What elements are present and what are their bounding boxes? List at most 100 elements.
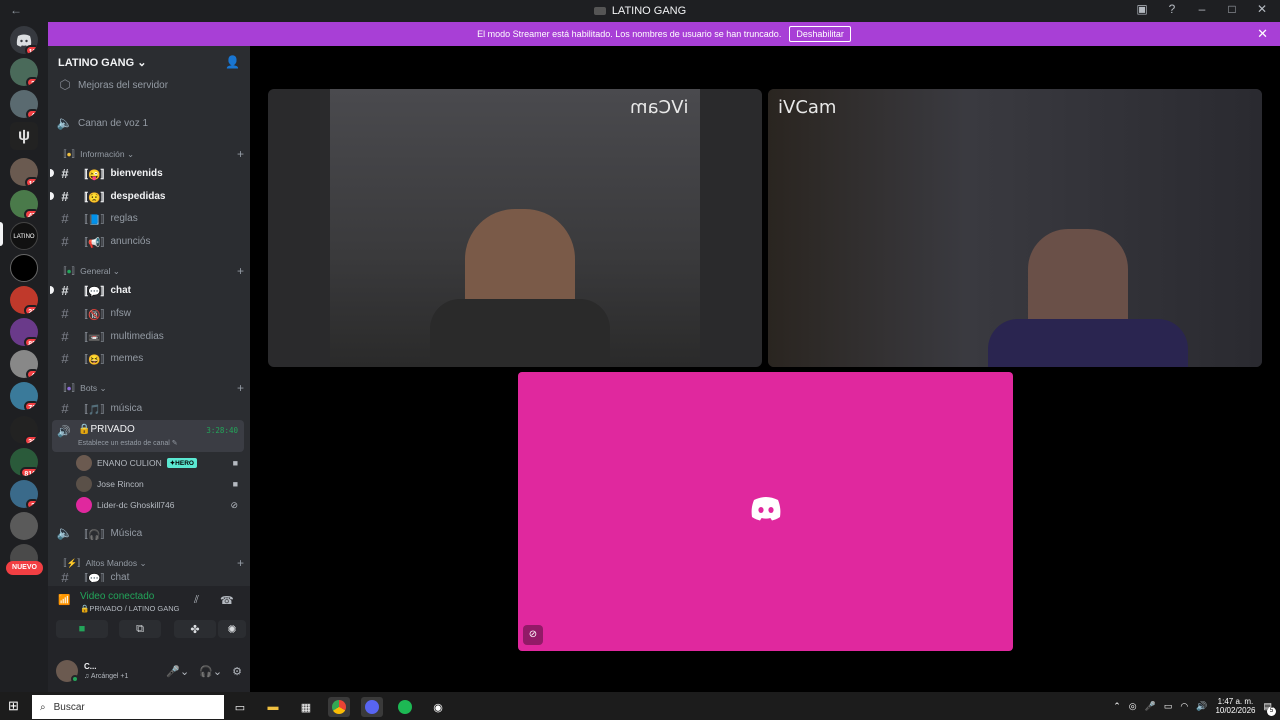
server-icon[interactable] <box>10 254 38 282</box>
video-tile-right[interactable]: iVCam <box>768 89 1262 367</box>
close-icon[interactable]: ✕ <box>1257 26 1268 42</box>
channel-nfsw[interactable]: # 〚🔞〛 nfsw <box>56 303 244 323</box>
channel-partial[interactable]: # 〚💬〛 chat <box>56 572 244 582</box>
wifi-icon[interactable]: ◠ <box>1180 701 1188 712</box>
disable-streamer-button[interactable]: Deshabilitar <box>789 26 851 42</box>
location-text: PRIVADO / LATINO GANG <box>89 604 180 613</box>
server-icon-latino-gang[interactable]: LATINO <box>10 222 38 250</box>
taskbar-search-input[interactable]: ⌕ Buscar <box>32 695 224 719</box>
voice-channel-canan[interactable]: 🔈 Canan de voz 1 <box>56 113 244 133</box>
search-icon: ⌕ <box>40 701 46 713</box>
channel-label: bienvenids <box>110 167 163 179</box>
user-activity: ♫ Arcángel +1 <box>84 673 129 680</box>
microphone-icon[interactable]: 🎤 <box>1145 701 1156 712</box>
channel-status[interactable]: Establece un estado de canal ✎ <box>78 439 178 447</box>
server-icon[interactable]: 47 <box>10 190 38 218</box>
server-icon[interactable]: 2 <box>10 480 38 508</box>
channel-label: anunciós <box>110 235 151 247</box>
channel-chat[interactable]: # 〚💬〛 chat <box>50 280 244 300</box>
close-window-button[interactable]: ✕ <box>1254 2 1270 16</box>
server-icon[interactable]: 85 <box>10 318 38 346</box>
online-status-icon <box>71 675 79 683</box>
category-general[interactable]: 〚●〛General ⌄ + <box>58 263 244 279</box>
microsoft-store-icon[interactable]: ▦ <box>295 697 317 717</box>
notification-icon[interactable]: ▤ 5 <box>1263 701 1276 716</box>
server-boost-item[interactable]: ⬡ Mejoras del servidor <box>56 75 244 95</box>
direct-messages-button[interactable]: 11 <box>10 26 38 54</box>
activities-button[interactable]: ✤ <box>174 620 216 638</box>
inbox-icon[interactable]: ▣ <box>1134 2 1150 16</box>
discord-taskbar-icon[interactable] <box>361 697 383 717</box>
maximize-button[interactable]: □ <box>1224 2 1240 16</box>
channel-label: 🔒PRIVADO <box>78 424 135 435</box>
channel-memes[interactable]: # 〚😆〛 memes <box>56 348 244 368</box>
channel-musica[interactable]: # 〚🎵〛 música <box>56 398 244 418</box>
category-informacion[interactable]: 〚●〛Información ⌄ + <box>58 146 244 162</box>
server-icon[interactable]: 39 <box>10 416 38 444</box>
streamer-mode-banner: El modo Streamer está habilitado. Los no… <box>48 22 1280 46</box>
start-button-icon[interactable]: ⊞ <box>8 698 19 714</box>
spotify-icon[interactable] <box>394 697 416 717</box>
activity-text: Arcángel +1 <box>90 673 129 680</box>
add-channel-icon[interactable]: + <box>237 556 244 570</box>
settings-gear-icon[interactable]: ⚙ <box>232 665 242 678</box>
obs-icon[interactable]: ◉ <box>427 697 449 717</box>
voice-channel-privado[interactable]: 🔊 🔒PRIVADO Establece un estado de canal … <box>52 420 244 452</box>
server-icon[interactable]: 11 <box>10 158 38 186</box>
chrome-icon[interactable] <box>328 697 350 717</box>
add-channel-icon[interactable]: + <box>237 381 244 395</box>
avatar[interactable] <box>56 660 79 683</box>
unread-badge: 4 <box>26 369 38 378</box>
server-icon[interactable]: 2 <box>10 58 38 86</box>
channel-bienvenids[interactable]: # 〚😜〛 bienvenids <box>50 163 244 183</box>
hash-icon: # <box>61 572 69 582</box>
connection-status[interactable]: Video conectado <box>80 591 154 602</box>
channel-reglas[interactable]: # 〚📘〛 reglas <box>56 208 244 228</box>
audio-only-tile[interactable]: ⊘ <box>518 372 1013 651</box>
disconnect-icon[interactable]: ☎ <box>220 594 234 607</box>
file-explorer-icon[interactable]: ▬ <box>262 697 284 717</box>
channel-despedidas[interactable]: # 〚😟〛 despedidas <box>50 186 244 206</box>
screen-share-button[interactable]: ⧉ <box>119 620 161 638</box>
server-icon[interactable]: 23 <box>10 286 38 314</box>
volume-icon[interactable]: 🔊 <box>1196 701 1207 712</box>
server-icon[interactable]: 4 <box>10 90 38 118</box>
server-header[interactable]: LATINO GANG ⌄ 👤 <box>48 46 250 78</box>
category-bots[interactable]: 〚●〛Bots ⌄ + <box>58 380 244 396</box>
connection-location[interactable]: 🔒PRIVADO / LATINO GANG <box>80 604 180 613</box>
voice-channel-musica[interactable]: 🔈 〚🎧〛 Música <box>56 523 244 543</box>
server-icon[interactable]: ψ <box>10 122 38 150</box>
task-view-icon[interactable]: ▭ <box>229 697 251 717</box>
hero-tag: ✦HERO <box>166 458 197 468</box>
unread-badge: 39 <box>24 435 38 444</box>
microphone-icon[interactable]: 🎤⌄ <box>166 665 189 678</box>
server-icon[interactable]: 4 <box>10 350 38 378</box>
network-icon[interactable]: ▭ <box>1164 701 1173 712</box>
server-icon[interactable]: 816 <box>10 448 38 476</box>
camera-button[interactable]: ■ <box>56 620 108 638</box>
chevron-up-icon[interactable]: ⌃ <box>1113 701 1121 712</box>
voice-user[interactable]: Lider-dc Ghoskill746 ⊘ <box>76 496 238 514</box>
soundboard-button[interactable]: ✺ <box>218 620 246 638</box>
channel-anuncios[interactable]: # 〚📢〛 anunciós <box>56 231 244 251</box>
add-channel-icon[interactable]: + <box>237 147 244 161</box>
help-icon[interactable]: ? <box>1164 2 1180 16</box>
video-tile-left[interactable]: iVCam <box>268 89 762 367</box>
server-icon[interactable]: 72 <box>10 382 38 410</box>
tray-app-icon[interactable]: ◎ <box>1129 701 1137 712</box>
voice-user[interactable]: ENANO CULION ✦HERO ■ <box>76 454 238 472</box>
window-title: LATINO GANG <box>611 5 687 17</box>
noise-suppression-icon[interactable]: ⫽ <box>194 594 199 607</box>
minimize-button[interactable]: – <box>1194 2 1210 16</box>
server-icon[interactable] <box>10 512 38 540</box>
unread-badge: 2 <box>26 499 38 508</box>
voice-user[interactable]: Jose Rincon ■ <box>76 475 238 493</box>
invite-people-icon[interactable]: 👤 <box>225 55 240 69</box>
channel-multimedias[interactable]: # 〚📼〛 multimedias <box>56 326 244 346</box>
tag-label: HERO <box>175 460 194 467</box>
back-arrow-icon[interactable]: ← <box>10 3 22 17</box>
headphones-icon[interactable]: 🎧⌄ <box>199 665 222 678</box>
clock[interactable]: 1:47 a. m. 10/02/2026 <box>1215 697 1255 715</box>
category-altos-mandos[interactable]: 〚⚡〛Altos Mandos ⌄ + <box>58 555 244 571</box>
add-channel-icon[interactable]: + <box>237 264 244 278</box>
